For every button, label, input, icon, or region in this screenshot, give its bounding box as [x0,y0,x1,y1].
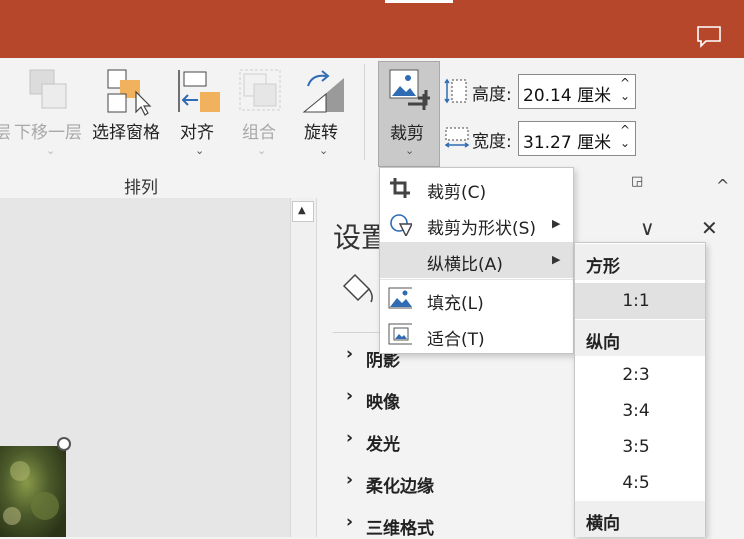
pane-close-button[interactable]: ✕ [701,216,718,240]
rotate-button[interactable]: 旋转 ⌄ [296,62,352,162]
selection-pane-icon [107,69,152,116]
send-backward-icon [29,69,67,109]
chevron-right-icon: › [346,344,354,364]
bring-forward-label-partial: 层 [0,123,11,143]
menu-item-label: 填充(L) [427,294,484,314]
section-label: 柔化边缘 [366,477,434,497]
fill-line-icon[interactable] [341,272,379,306]
square-header: 方形 [575,244,705,280]
menu-separator [380,279,573,280]
width-spinner-down[interactable]: ⌄ [620,137,630,149]
ratio-4-5[interactable]: 4:5 [575,465,705,501]
menu-item-crop-to-shape[interactable]: 裁剪为形状(S) ▶ [380,206,573,242]
selection-pane-button[interactable]: 选择窗格 [90,62,168,162]
title-bar [0,0,744,58]
vertical-scrollbar[interactable] [290,198,317,537]
collapse-ribbon-button[interactable]: ^ [716,176,729,195]
selection-pane-label: 选择窗格 [92,123,160,143]
menu-item-label: 纵横比(A) [427,255,503,275]
group-button[interactable]: 组合 ⌄ [234,62,290,162]
fit-picture-icon [388,323,412,345]
width-icon [444,127,470,148]
header-label: 方形 [586,257,620,277]
submenu-arrow-icon: ▶ [552,217,561,230]
header-label: 横向 [586,514,620,534]
size-dialog-launcher[interactable]: ◲ [631,174,643,189]
crop-picture-icon [389,69,430,110]
selected-picture[interactable] [0,446,66,537]
pane-options-button[interactable]: ∨ [640,216,655,240]
portrait-header: 纵向 [575,320,705,356]
ratio-label: 2:3 [622,365,650,385]
crop-icon [390,178,410,198]
crop-label: 裁剪 [390,124,424,144]
ratio-label: 3:5 [622,437,650,457]
rotate-label: 旋转 [304,123,338,143]
chevron-down-icon: ⌄ [195,144,205,157]
align-button[interactable]: 对齐 ⌄ [172,62,228,162]
comments-button[interactable] [696,24,722,48]
ratio-label: 4:5 [622,473,650,493]
width-value: 31.27 厘米 [523,133,612,153]
title-tab-indicator [385,0,453,3]
align-label: 对齐 [180,123,214,143]
height-spinner-down[interactable]: ⌄ [620,90,630,102]
chevron-right-icon: › [346,428,354,448]
ratio-2-3[interactable]: 2:3 [575,357,705,393]
menu-item-aspect-ratio[interactable]: 纵横比(A) ▶ [380,242,573,278]
section-label: 映像 [366,393,400,413]
chevron-right-icon: › [346,470,354,490]
submenu-arrow-icon: ▶ [552,253,561,266]
menu-item-label: 适合(T) [427,330,485,350]
arrange-group-label: 排列 [124,178,158,198]
menu-item-label: 裁剪为形状(S) [427,219,537,239]
group-icon [239,69,281,111]
scroll-up-button[interactable]: ▲ [292,201,314,222]
ratio-1-1[interactable]: 1:1 [575,283,705,319]
height-spinner-up[interactable]: ^ [620,77,630,89]
menu-item-crop[interactable]: 裁剪(C) [380,170,573,206]
width-spinner-up[interactable]: ^ [620,124,630,136]
section-label: 三维格式 [366,519,434,539]
scroll-up-icon: ▲ [298,205,306,216]
ratio-3-4[interactable]: 3:4 [575,393,705,429]
chevron-right-icon: › [346,512,354,532]
width-label: 宽度: [472,132,512,152]
menu-item-fit[interactable]: 适合(T) [380,317,573,353]
chevron-right-icon: › [346,386,354,406]
rotate-icon [302,70,344,113]
comment-icon [697,26,721,48]
section-label: 发光 [366,435,400,455]
ratio-3-5[interactable]: 3:5 [575,429,705,465]
landscape-header: 横向 [575,501,705,537]
menu-item-label: 裁剪(C) [427,183,487,203]
ribbon-separator [364,64,365,160]
height-icon [444,78,467,104]
crop-to-shape-icon [390,214,412,236]
height-label: 高度: [472,85,512,105]
aspect-ratio-submenu: 方形 1:1 纵向 2:3 3:4 3:5 4:5 横向 [574,242,706,537]
crop-menu: 裁剪(C) 裁剪为形状(S) ▶ 纵横比(A) ▶ 填充(L) 适合(T) [379,167,574,354]
send-backward-label: 下移一层 [14,123,82,143]
menu-item-fill[interactable]: 填充(L) [380,281,573,317]
fill-picture-icon [388,287,412,309]
send-backward-button[interactable]: 下移一层 ⌄ [14,62,86,162]
chevron-down-icon: ⌄ [257,144,267,157]
header-label: 纵向 [586,333,620,353]
chevron-down-icon: ⌄ [319,144,329,157]
chevron-down-icon: ⌄ [46,144,56,157]
ratio-label: 3:4 [622,401,650,421]
group-label: 组合 [242,123,276,143]
chevron-down-icon: ⌄ [405,144,415,157]
height-value: 20.14 厘米 [523,86,612,106]
resize-handle[interactable] [57,437,71,451]
ratio-label: 1:1 [622,291,650,311]
width-input[interactable]: 31.27 厘米 ^ ⌄ [518,121,636,156]
align-icon [178,70,220,112]
crop-button[interactable]: 裁剪 ⌄ [378,61,440,167]
height-input[interactable]: 20.14 厘米 ^ ⌄ [518,74,636,109]
